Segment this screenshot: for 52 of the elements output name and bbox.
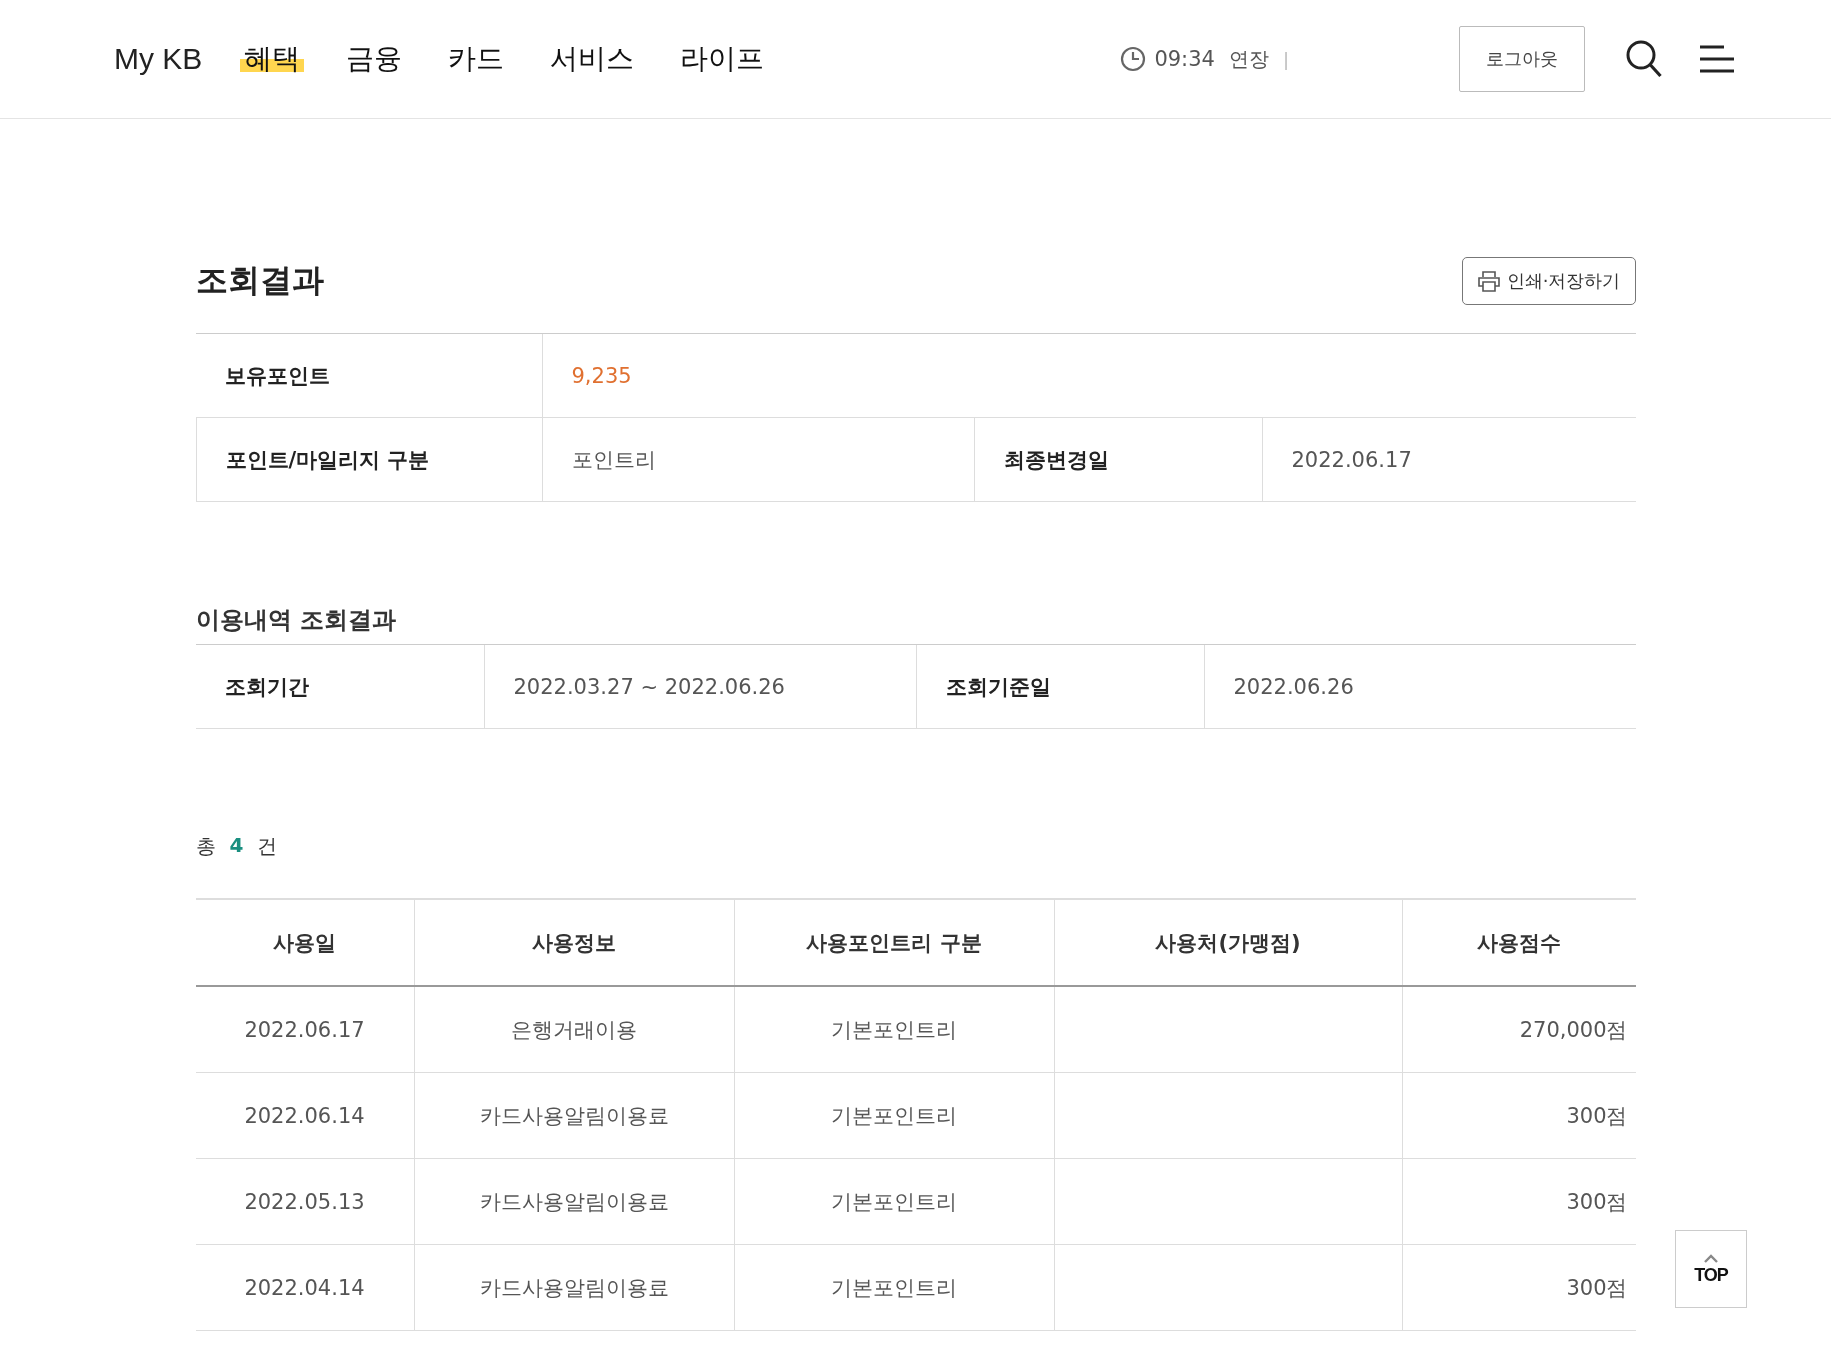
top-button[interactable]: TOP — [1675, 1230, 1747, 1308]
section-title: 조회결과 — [195, 260, 324, 301]
extend-link[interactable]: 연장 — [1228, 45, 1269, 73]
table-cell: 기본포인트리 — [831, 1103, 957, 1128]
column-header: 사용포인트리 구분 — [734, 899, 1054, 986]
clock-icon — [1120, 46, 1147, 72]
field-label: 보유포인트 — [195, 334, 542, 418]
separator: | — [1282, 48, 1289, 70]
table-cell: 카드사용알림이용료 — [479, 1103, 669, 1128]
logout-button[interactable]: 로그아웃 — [1459, 26, 1585, 92]
count-label: 총 — [195, 833, 216, 860]
table-cell: 2022.04.14 — [244, 1275, 365, 1300]
session-time: 09:34 — [1154, 47, 1215, 71]
table-cell: 은행거래이용 — [511, 1017, 637, 1042]
table-cell: 기본포인트리 — [831, 1017, 957, 1042]
table-cell: 카드사용알림이용료 — [479, 1189, 669, 1214]
field-label: 조회기간 — [195, 645, 484, 729]
nav-tab[interactable]: 카드 — [444, 40, 509, 78]
field-value: 2022.03.27 ~ 2022.06.26 — [483, 645, 916, 729]
table-cell: 카드사용알림이용료 — [479, 1275, 669, 1300]
count-number: 4 — [229, 833, 244, 859]
column-header: 사용점수 — [1402, 899, 1636, 986]
table-cell: 300점 — [1566, 1103, 1628, 1128]
field-value: 2022.06.26 — [1203, 645, 1636, 729]
column-header: 사용일 — [195, 899, 414, 986]
logo[interactable]: My KB — [114, 42, 203, 76]
column-header: 사용처(가맹점) — [1054, 899, 1402, 986]
field-value: 2022.06.17 — [1261, 418, 1636, 502]
menu-icon[interactable] — [1699, 44, 1735, 74]
field-value: 포인트리 — [541, 418, 974, 502]
column-header: 사용정보 — [414, 899, 734, 986]
table-cell: 2022.06.17 — [244, 1017, 365, 1042]
nav-tab[interactable]: 금융 — [342, 40, 407, 78]
nav-tab[interactable]: 서비스 — [546, 40, 639, 78]
caret-up-icon — [1703, 1252, 1719, 1263]
table-cell: 기본포인트리 — [831, 1189, 957, 1214]
field-label: 최종변경일 — [973, 418, 1262, 502]
section-title: 이용내역 조회결과 — [195, 605, 397, 636]
table-cell: 300점 — [1566, 1275, 1628, 1300]
table-cell: 2022.06.14 — [244, 1103, 365, 1128]
table-cell: 2022.05.13 — [244, 1189, 365, 1214]
field-value: 9,235 — [541, 334, 1636, 418]
search-icon[interactable] — [1625, 39, 1663, 79]
nav-tab[interactable]: 라이프 — [676, 40, 769, 78]
field-label: 조회기준일 — [915, 645, 1204, 729]
printer-icon — [1476, 270, 1501, 292]
table-cell: 300점 — [1566, 1189, 1628, 1214]
count-label: 건 — [257, 833, 278, 860]
table-cell: 기본포인트리 — [831, 1275, 957, 1300]
print-save-button[interactable]: 인쇄·저장하기 — [1461, 257, 1636, 305]
table-cell: 270,000점 — [1519, 1017, 1628, 1042]
field-label: 포인트/마일리지 구분 — [195, 418, 542, 502]
